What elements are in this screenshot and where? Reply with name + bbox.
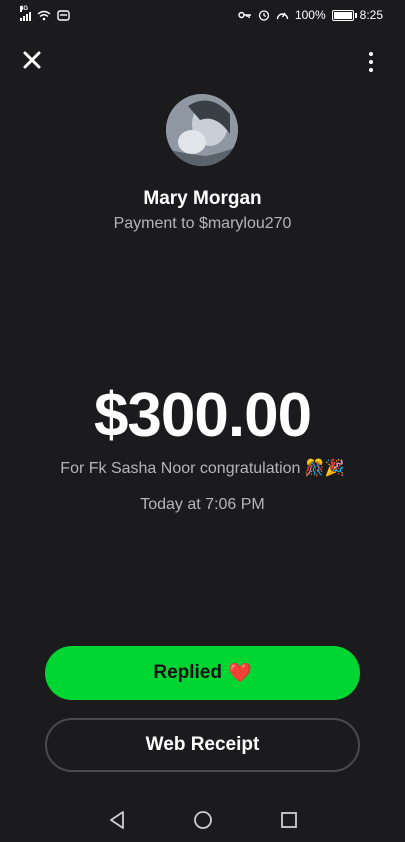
payment-amount: $300.00 — [93, 381, 312, 450]
payment-timestamp: Today at 7:06 PM — [140, 496, 265, 513]
home-icon — [193, 811, 212, 829]
speedometer-icon — [276, 12, 289, 20]
replied-button[interactable]: Replied ❤️ — [45, 646, 360, 700]
web-receipt-label: Web Receipt — [145, 734, 260, 755]
close-button[interactable] — [20, 48, 44, 72]
recents-icon — [280, 812, 297, 828]
app-notification-icon — [57, 9, 70, 21]
more-options-button[interactable] — [362, 50, 380, 74]
back-icon — [109, 811, 124, 829]
heart-icon: ❤️ — [227, 663, 252, 684]
wifi-icon — [37, 10, 51, 20]
nav-home-button[interactable] — [160, 805, 246, 835]
network-type-label: 4G — [20, 5, 29, 12]
battery-percent: 100% — [294, 8, 326, 22]
payment-note: For Fk Sasha Noor congratulation 🎊🎉 — [60, 460, 345, 477]
close-icon — [23, 51, 41, 69]
alarm-icon — [258, 10, 270, 21]
status-left: 4G — [20, 5, 70, 21]
status-right: 100% 8:25 — [238, 8, 383, 22]
payment-detail-screen: 4G 100% 8:25 Mary Morgan Payment to $mar… — [0, 0, 405, 842]
signal-strength-icon: 4G — [20, 5, 31, 21]
nav-back-button[interactable] — [74, 805, 160, 835]
more-vertical-icon — [369, 52, 373, 56]
key-icon — [238, 11, 251, 19]
battery-icon — [331, 9, 357, 21]
status-bar: 4G 100% 8:25 — [0, 0, 405, 30]
system-nav-bar — [0, 798, 405, 842]
clock: 8:25 — [359, 8, 383, 22]
recipient-name: Mary Morgan — [143, 188, 262, 209]
payment-subtitle: Payment to $marylou270 — [113, 215, 292, 232]
profile-photo — [166, 94, 238, 166]
avatar — [166, 94, 238, 166]
replied-label: Replied — [153, 662, 222, 683]
web-receipt-button[interactable]: Web Receipt — [45, 718, 360, 772]
nav-recents-button[interactable] — [246, 805, 332, 835]
